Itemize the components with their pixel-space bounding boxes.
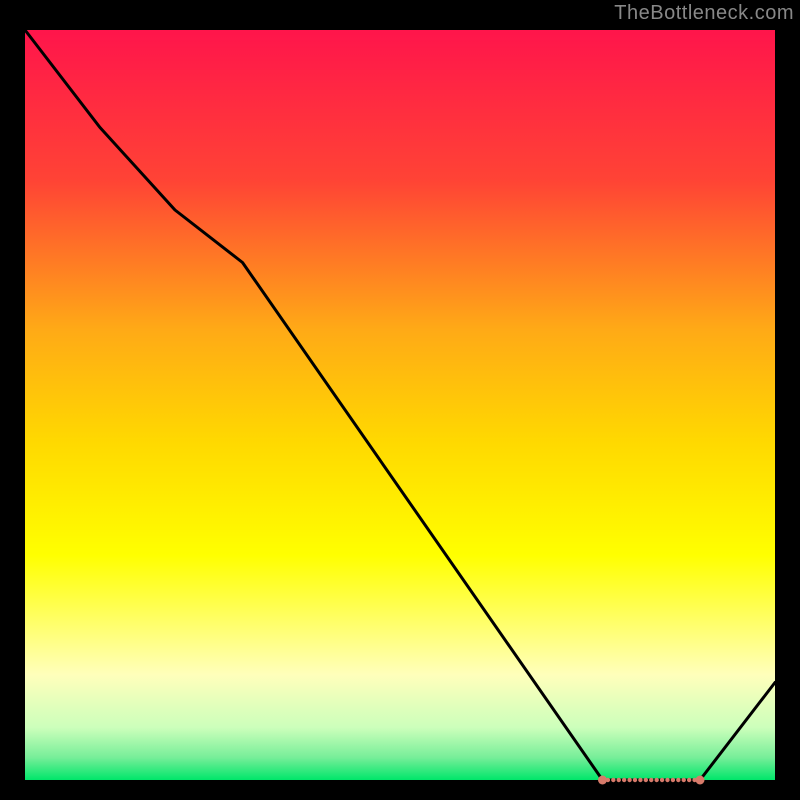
marker-dot — [598, 776, 607, 785]
marker-dot — [644, 778, 648, 782]
marker-dot — [622, 778, 626, 782]
marker-dot — [627, 778, 631, 782]
marker-dot — [638, 778, 642, 782]
marker-dot — [649, 778, 653, 782]
chart-container: TheBottleneck.com — [0, 0, 800, 800]
marker-dot — [617, 778, 621, 782]
marker-dot — [687, 778, 691, 782]
marker-dot — [676, 778, 680, 782]
marker-dot — [606, 778, 610, 782]
attribution-text: TheBottleneck.com — [614, 2, 794, 25]
marker-dot — [633, 778, 637, 782]
marker-dot — [696, 776, 705, 785]
marker-dot — [611, 778, 615, 782]
marker-dot — [665, 778, 669, 782]
marker-dot — [682, 778, 686, 782]
marker-dot — [671, 778, 675, 782]
marker-dot — [660, 778, 664, 782]
chart-svg — [0, 0, 800, 800]
marker-dot — [654, 778, 658, 782]
